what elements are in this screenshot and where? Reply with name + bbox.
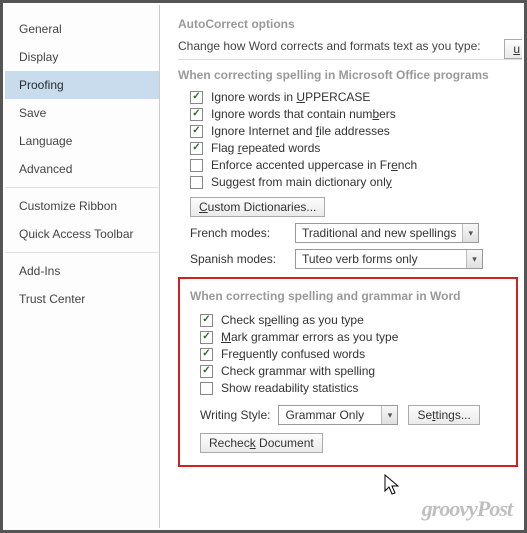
sidebar-divider <box>5 252 159 253</box>
chevron-down-icon: ▾ <box>462 224 478 242</box>
option-label: Ignore words that contain numbers <box>211 107 396 121</box>
option-spell[interactable]: Check spelling as you type <box>200 313 506 327</box>
checkbox[interactable] <box>200 331 213 344</box>
sidebar-item-proofing[interactable]: Proofing <box>5 71 159 99</box>
options-main-panel: AutoCorrect options Change how Word corr… <box>160 5 522 528</box>
option-main[interactable]: Suggest from main dictionary only <box>190 175 522 189</box>
sidebar-item-general[interactable]: General <box>5 15 159 43</box>
writing-style-label: Writing Style: <box>200 408 270 422</box>
checkbox[interactable] <box>200 365 213 378</box>
option-label: Ignore words in UPPERCASE <box>211 90 370 104</box>
sidebar-item-trust-center[interactable]: Trust Center <box>5 285 159 313</box>
sidebar-item-quick-access-toolbar[interactable]: Quick Access Toolbar <box>5 220 159 248</box>
sidebar-item-display[interactable]: Display <box>5 43 159 71</box>
option-label: Ignore Internet and file addresses <box>211 124 390 138</box>
autocorrect-desc: Change how Word corrects and formats tex… <box>178 39 522 53</box>
word-grammar-heading: When correcting spelling and grammar in … <box>190 289 506 303</box>
checkbox[interactable] <box>190 125 203 138</box>
sidebar-item-language[interactable]: Language <box>5 127 159 155</box>
sidebar-item-add-ins[interactable]: Add-Ins <box>5 257 159 285</box>
option-label: Suggest from main dictionary only <box>211 175 392 189</box>
chevron-down-icon: ▾ <box>466 250 482 268</box>
mouse-cursor-icon <box>384 474 402 498</box>
sidebar-divider <box>5 187 159 188</box>
grammar-section-highlight: When correcting spelling and grammar in … <box>178 277 518 467</box>
sidebar-item-save[interactable]: Save <box>5 99 159 127</box>
option-french[interactable]: Enforce accented uppercase in French <box>190 158 522 172</box>
option-label: Check spelling as you type <box>221 313 364 327</box>
checkbox[interactable] <box>200 382 213 395</box>
option-label: Show readability statistics <box>221 381 358 395</box>
checkbox[interactable] <box>200 314 213 327</box>
option-readability[interactable]: Show readability statistics <box>200 381 506 395</box>
settings-button[interactable]: Settings... <box>408 405 479 425</box>
recheck-document-button[interactable]: Recheck Document <box>200 433 323 453</box>
checkbox[interactable] <box>190 159 203 172</box>
option-flag[interactable]: Flag repeated words <box>190 141 522 155</box>
sidebar-item-customize-ribbon[interactable]: Customize Ribbon <box>5 192 159 220</box>
checkbox[interactable] <box>190 108 203 121</box>
checkbox[interactable] <box>190 91 203 104</box>
french-modes-select[interactable]: Traditional and new spellings▾ <box>295 223 479 243</box>
option-label: Mark grammar errors as you type <box>221 330 398 344</box>
option-label: Frequently confused words <box>221 347 365 361</box>
watermark: groovyPost <box>422 496 512 522</box>
checkbox[interactable] <box>200 348 213 361</box>
option-internet[interactable]: Ignore Internet and file addresses <box>190 124 522 138</box>
option-confused[interactable]: Frequently confused words <box>200 347 506 361</box>
option-label: Enforce accented uppercase in French <box>211 158 417 172</box>
autocorrect-heading: AutoCorrect options <box>178 17 522 31</box>
chevron-down-icon: ▾ <box>381 406 397 424</box>
option-grammar[interactable]: Mark grammar errors as you type <box>200 330 506 344</box>
option-withspell[interactable]: Check grammar with spelling <box>200 364 506 378</box>
option-numbers[interactable]: Ignore words that contain numbers <box>190 107 522 121</box>
options-sidebar: GeneralDisplayProofingSaveLanguageAdvanc… <box>5 5 160 528</box>
option-label: Flag repeated words <box>211 141 320 155</box>
checkbox[interactable] <box>190 142 203 155</box>
autocorrect-options-button[interactable]: u <box>504 39 522 59</box>
office-heading: When correcting spelling in Microsoft Of… <box>178 68 522 82</box>
option-uppercase[interactable]: Ignore words in UPPERCASE <box>190 90 522 104</box>
option-label: Check grammar with spelling <box>221 364 375 378</box>
checkbox[interactable] <box>190 176 203 189</box>
french-modes-label: French modes: <box>190 226 295 240</box>
writing-style-select[interactable]: Grammar Only▾ <box>278 405 398 425</box>
spanish-modes-label: Spanish modes: <box>190 252 295 266</box>
sidebar-item-advanced[interactable]: Advanced <box>5 155 159 183</box>
divider <box>178 59 522 60</box>
custom-dictionaries-button[interactable]: Custom Dictionaries... <box>190 197 325 217</box>
spanish-modes-select[interactable]: Tuteo verb forms only▾ <box>295 249 483 269</box>
